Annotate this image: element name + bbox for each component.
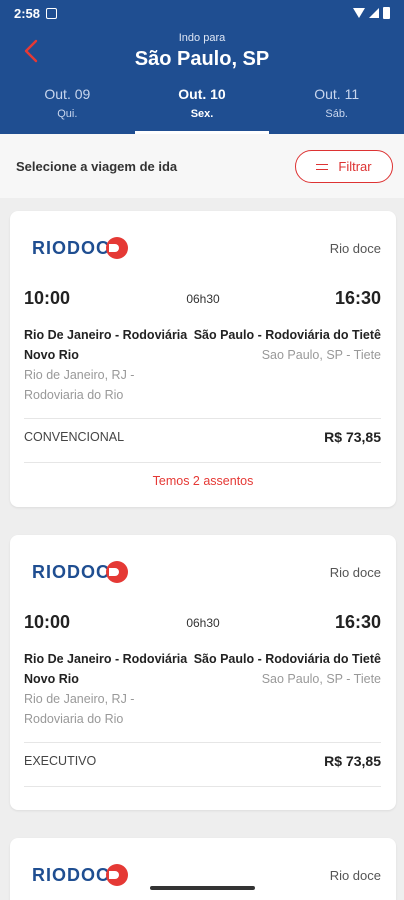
destination-city: Sao Paulo, SP - Tiete [261,348,381,362]
results-toolbar: Selecione a viagem de ida Filtrar [0,134,404,198]
tab-date-label: Out. 11 [314,86,360,102]
gesture-nav-bar[interactable] [150,886,255,890]
date-tabs: Out. 09 Qui. Out. 10 Sex. Out. 11 Sáb. [0,84,404,134]
tab-date-2[interactable]: Out. 11 Sáb. [269,84,404,134]
tab-date-0[interactable]: Out. 09 Qui. [0,84,135,134]
company-logo: RIODOC [32,864,128,886]
divider [24,742,381,743]
status-time: 2:58 [14,5,41,21]
tab-date-label: Out. 10 [178,86,226,102]
origin-station: Rio De Janeiro - Rodoviária Novo Rio [24,652,188,686]
trip-price: R$ 73,85 [324,753,381,769]
destination: São Paulo - Rodoviária do Tietê Sao Paul… [181,649,381,689]
filter-label: Filtrar [338,159,372,174]
company-name: Rio doce [329,241,381,256]
bus-class: CONVENCIONAL [24,430,125,444]
tab-weekday-label: Sex. [190,108,214,120]
header-subtitle: Indo para [178,32,226,44]
bus-class: EXECUTIVO [24,754,97,768]
logo-text: RIODOC [32,864,110,885]
destination-city: Sao Paulo, SP - Tiete [261,672,381,686]
tab-weekday-label: Sáb. [325,108,348,120]
app-header: Indo para São Paulo, SP Out. 09 Qui. Out… [0,26,404,134]
divider [24,418,381,419]
destination: São Paulo - Rodoviária do Tietê Sao Paul… [181,325,381,365]
tab-weekday-label: Qui. [57,108,78,120]
filter-icon [316,162,329,172]
arrival-time: 16:30 [334,288,381,308]
destination-station: São Paulo - Rodoviária do Tietê [193,328,381,342]
divider [24,462,381,463]
filter-button[interactable]: Filtrar [295,150,393,183]
logo-text: RIODOC [32,237,110,258]
divider [24,786,381,787]
origin-station: Rio De Janeiro - Rodoviária Novo Rio [24,328,188,362]
section-label: Selecione a viagem de ida [16,159,178,174]
wifi-icon [353,8,365,18]
origin: Rio De Janeiro - Rodoviária Novo Rio Rio… [24,325,194,405]
status-bar: 2:58 [0,0,404,26]
logo-mark-icon [106,561,128,583]
signal-icon [369,8,379,18]
trip-card[interactable]: RIODOC Rio doce 10:00 06h30 16:30 Rio De… [10,535,396,810]
arrival-time: 16:30 [334,612,381,632]
logo-mark-icon [106,864,128,886]
header-title: São Paulo, SP [134,48,270,70]
destination-station: São Paulo - Rodoviária do Tietê [193,652,381,666]
logo-mark-icon [106,237,128,259]
battery-icon [383,7,390,19]
trip-card[interactable]: RIODOC Rio doce [10,838,396,900]
trip-card[interactable]: RIODOC Rio doce 10:00 06h30 16:30 Rio De… [10,211,396,507]
company-name: Rio doce [329,868,381,883]
notification-icon [46,7,58,19]
logo-text: RIODOC [32,561,110,582]
tab-date-1[interactable]: Out. 10 Sex. [134,84,270,134]
origin: Rio De Janeiro - Rodoviária Novo Rio Rio… [24,649,194,729]
status-icons [353,7,390,19]
trip-price: R$ 73,85 [324,429,381,445]
tab-date-label: Out. 09 [44,86,91,102]
company-name: Rio doce [329,565,381,580]
seats-available: Temos 2 assentos [152,474,254,488]
company-logo: RIODOC [32,237,128,259]
origin-city: Rio de Janeiro, RJ - Rodoviaria do Rio [24,368,135,402]
origin-city: Rio de Janeiro, RJ - Rodoviaria do Rio [24,692,135,726]
company-logo: RIODOC [32,561,128,583]
